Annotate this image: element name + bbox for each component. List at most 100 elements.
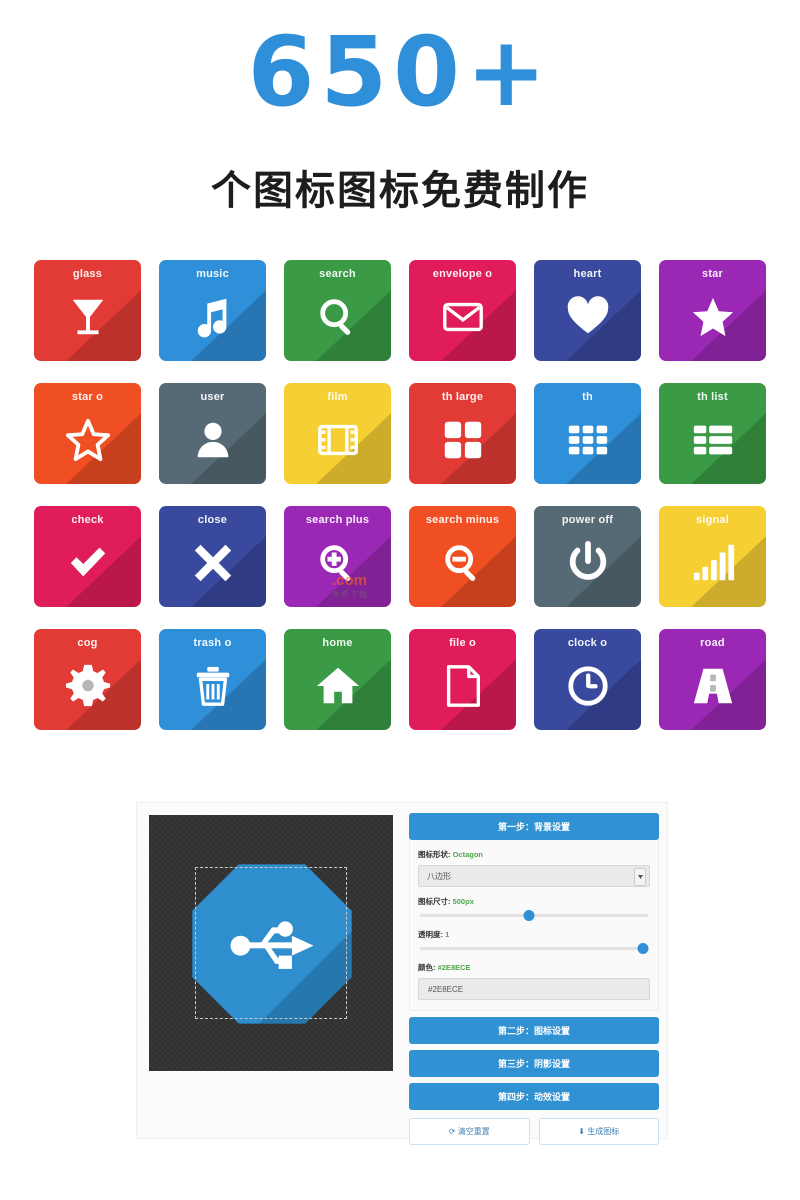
opacity-slider-handle[interactable] bbox=[637, 943, 649, 954]
icon-tile-label: close bbox=[197, 514, 228, 526]
glass-icon bbox=[34, 286, 141, 348]
icon-tile-search[interactable]: search bbox=[284, 260, 391, 361]
chevron-down-icon[interactable] bbox=[634, 868, 646, 886]
icon-tile-envelope-o[interactable]: envelope o bbox=[409, 260, 516, 361]
opacity-value-text: 1 bbox=[445, 930, 450, 939]
icon-tile-label: glass bbox=[72, 268, 103, 280]
reset-button[interactable]: ⟳ 清空重置 bbox=[409, 1118, 530, 1145]
icon-tile-search-minus[interactable]: search minus bbox=[409, 506, 516, 607]
settings-panel: 第一步：背景设置 图标形状: Octagon 八边形 图标尺寸: 500px 透… bbox=[403, 803, 667, 1145]
icon-tile-signal[interactable]: signal bbox=[659, 506, 766, 607]
icon-tile-label: th bbox=[582, 391, 593, 403]
heart-icon bbox=[534, 286, 641, 348]
opacity-slider[interactable] bbox=[420, 943, 649, 954]
icon-tile-label: th large bbox=[441, 391, 484, 403]
trash-icon bbox=[159, 655, 266, 717]
icon-tile-heart[interactable]: heart bbox=[534, 260, 641, 361]
preview-column bbox=[137, 803, 403, 1138]
color-field-label: 颜色: #2E8ECE bbox=[418, 962, 650, 973]
list-icon bbox=[659, 409, 766, 471]
road-icon bbox=[659, 655, 766, 717]
icon-tile-label: envelope o bbox=[432, 268, 493, 280]
icon-tile-check[interactable]: check bbox=[34, 506, 141, 607]
icon-tile-glass[interactable]: glass bbox=[34, 260, 141, 361]
icon-tile-close[interactable]: close bbox=[159, 506, 266, 607]
icon-tile-label: music bbox=[196, 268, 229, 280]
icon-tile-file-o[interactable]: file o bbox=[409, 629, 516, 730]
size-slider[interactable] bbox=[420, 910, 648, 921]
hero-header: 650+ 个图标图标免费制作 bbox=[0, 0, 800, 216]
icon-tile-th-list[interactable]: th list bbox=[659, 383, 766, 484]
icon-tile-search-plus[interactable]: search plus bbox=[284, 506, 391, 607]
preview-canvas[interactable] bbox=[149, 815, 393, 1071]
generate-icon-button[interactable]: ⬇ 生成图标 bbox=[538, 1118, 659, 1145]
selection-marquee[interactable] bbox=[195, 867, 347, 1019]
icon-tile-label: signal bbox=[696, 514, 729, 526]
icon-tile-label: home bbox=[322, 637, 353, 649]
app-screenshot: 第一步：背景设置 图标形状: Octagon 八边形 图标尺寸: 500px 透… bbox=[136, 802, 668, 1145]
icon-tile-label: clock o bbox=[567, 637, 608, 649]
icon-tile-star[interactable]: star bbox=[659, 260, 766, 361]
icon-tile-clock-o[interactable]: clock o bbox=[534, 629, 641, 730]
film-icon bbox=[284, 409, 391, 471]
color-value-text: #2E8ECE bbox=[437, 963, 471, 972]
icon-tile-star-o[interactable]: star o bbox=[34, 383, 141, 484]
zoom-in-icon bbox=[284, 532, 391, 594]
icon-tile-power-off[interactable]: power off bbox=[534, 506, 641, 607]
icon-tile-user[interactable]: user bbox=[159, 383, 266, 484]
icon-tile-trash-o[interactable]: trash o bbox=[159, 629, 266, 730]
color-label-text: 颜色: bbox=[418, 963, 436, 972]
search-icon bbox=[284, 286, 391, 348]
icon-grid: glass music search envelope o heart star star … bbox=[34, 260, 766, 730]
zoom-out-icon bbox=[409, 532, 516, 594]
panel-header-background-settings: 第一步：背景设置 bbox=[409, 813, 659, 840]
icon-tile-label: file o bbox=[449, 637, 476, 649]
panel-body: 图标形状: Octagon 八边形 图标尺寸: 500px 透明度: 1 颜色:… bbox=[409, 840, 659, 1011]
shape-field-label: 图标形状: Octagon bbox=[418, 849, 650, 860]
icon-tile-film[interactable]: film bbox=[284, 383, 391, 484]
clock-icon bbox=[534, 655, 641, 717]
page-title-count: 650+ bbox=[247, 16, 553, 128]
color-input[interactable]: #2E8ECE bbox=[418, 978, 650, 1000]
icon-tile-road[interactable]: road bbox=[659, 629, 766, 730]
icon-tile-th-large[interactable]: th large bbox=[409, 383, 516, 484]
icon-tile-label: cog bbox=[77, 637, 98, 649]
shape-value-text: Octagon bbox=[452, 850, 484, 859]
icon-tile-label: power off bbox=[561, 514, 614, 526]
icon-tile-label: star bbox=[702, 268, 723, 280]
step-button-icon-settings[interactable]: 第二步：图标设置 bbox=[409, 1017, 659, 1044]
page-subtitle: 个图标图标免费制作 bbox=[211, 168, 589, 214]
opacity-field-label: 透明度: 1 bbox=[418, 929, 650, 940]
shape-select[interactable]: 八边形 bbox=[418, 865, 650, 887]
power-icon bbox=[534, 532, 641, 594]
step-button-shadow-settings[interactable]: 第三步：阴影设置 bbox=[409, 1050, 659, 1077]
icon-tile-th[interactable]: th bbox=[534, 383, 641, 484]
opacity-label-text: 透明度: bbox=[418, 930, 443, 939]
gear-icon bbox=[34, 655, 141, 717]
home-icon bbox=[284, 655, 391, 717]
icon-tile-cog[interactable]: cog bbox=[34, 629, 141, 730]
icon-tile-label: th list bbox=[697, 391, 728, 403]
size-label-text: 图标尺寸: bbox=[418, 897, 451, 906]
icon-tile-label: search plus bbox=[305, 514, 370, 526]
icon-tile-label: film bbox=[327, 391, 348, 403]
icon-tile-music[interactable]: music bbox=[159, 260, 266, 361]
icon-tile-label: check bbox=[71, 514, 104, 526]
shape-label-text: 图标形状: bbox=[418, 850, 451, 859]
icon-tile-label: user bbox=[200, 391, 225, 403]
close-icon bbox=[159, 532, 266, 594]
icon-tile-label: trash o bbox=[193, 637, 232, 649]
user-icon bbox=[159, 409, 266, 471]
icon-tile-home[interactable]: home bbox=[284, 629, 391, 730]
size-field-label: 图标尺寸: 500px bbox=[418, 896, 650, 907]
icon-tile-label: search bbox=[319, 268, 356, 280]
size-slider-handle[interactable] bbox=[523, 910, 535, 921]
action-row: ⟳ 清空重置 ⬇ 生成图标 bbox=[409, 1118, 659, 1145]
signal-icon bbox=[659, 532, 766, 594]
star-icon bbox=[659, 286, 766, 348]
size-value-text: 500px bbox=[452, 897, 474, 906]
grid-large-icon bbox=[409, 409, 516, 471]
step-button-animation-settings[interactable]: 第四步：动效设置 bbox=[409, 1083, 659, 1110]
envelope-icon bbox=[409, 286, 516, 348]
check-icon bbox=[34, 532, 141, 594]
